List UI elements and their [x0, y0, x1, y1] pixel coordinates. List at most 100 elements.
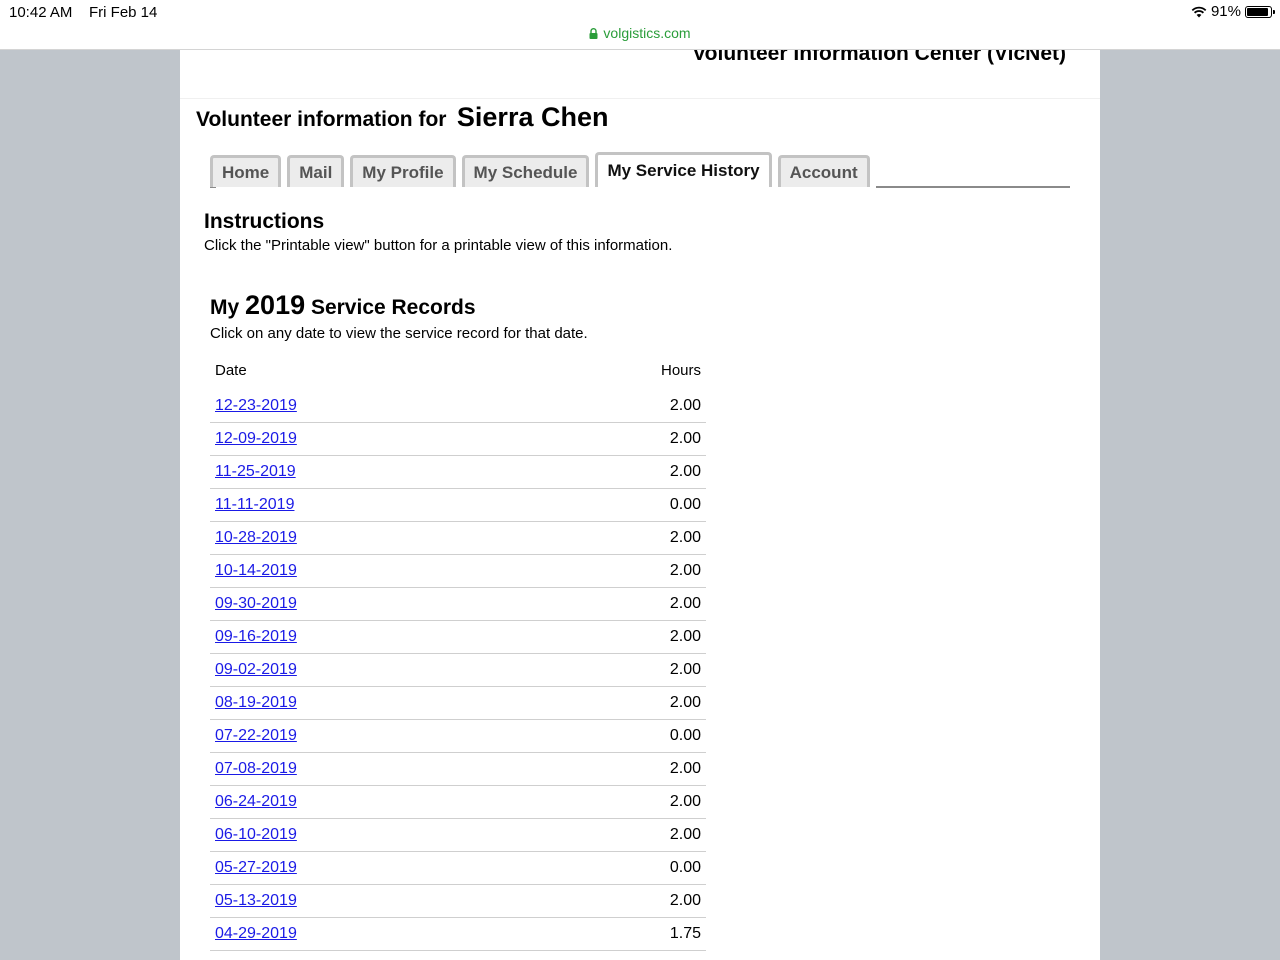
table-row: 09-16-2019 2.00 [210, 620, 706, 654]
table-row: 08-19-2019 2.00 [210, 686, 706, 720]
url-text: volgistics.com [603, 25, 691, 41]
date-link[interactable]: 07-08-2019 [215, 760, 297, 777]
hours-cell: 2.00 [531, 587, 706, 621]
table-row: 11-25-2019 2.00 [210, 455, 706, 489]
date-link[interactable]: 09-30-2019 [215, 595, 297, 612]
table-row: 09-30-2019 2.00 [210, 587, 706, 621]
tab-home[interactable]: Home [210, 155, 282, 187]
tab-my-schedule[interactable]: My Schedule [461, 155, 590, 187]
date-cell: 07-22-2019 [210, 719, 532, 753]
date-cell: 07-08-2019 [210, 752, 532, 786]
page-content: Volunteer Information Center (VicNet) Vo… [180, 50, 1100, 960]
date-link[interactable]: 12-23-2019 [215, 397, 297, 414]
date-cell: 11-11-2019 [210, 488, 532, 522]
status-date: Fri Feb 14 [89, 4, 158, 21]
date-cell: 06-10-2019 [210, 818, 532, 852]
table-row: 12-09-2019 2.00 [210, 422, 706, 456]
date-link[interactable]: 09-02-2019 [215, 661, 297, 678]
date-link[interactable]: 06-10-2019 [215, 826, 297, 843]
column-header-hours: Hours [660, 361, 701, 379]
records-heading: My 2019 Service Records [210, 290, 476, 321]
tab-my-profile[interactable]: My Profile [350, 155, 456, 187]
table-row: 05-13-2019 2.00 [210, 884, 706, 918]
date-cell: 08-19-2019 [210, 686, 532, 720]
hours-cell: 2.00 [531, 554, 706, 588]
date-link[interactable]: 11-25-2019 [215, 463, 296, 480]
table-row: 11-11-2019 0.00 [210, 488, 706, 522]
table-row: 06-24-2019 2.00 [210, 785, 706, 819]
tab-my-service-history[interactable]: My Service History [595, 152, 772, 187]
table-row: 10-28-2019 2.00 [210, 521, 706, 555]
hours-cell: 2.00 [531, 884, 706, 918]
date-cell: 09-16-2019 [210, 620, 532, 654]
date-cell: 12-09-2019 [210, 422, 532, 456]
status-indicators: 91% [1191, 3, 1275, 20]
table-row: 07-08-2019 2.00 [210, 752, 706, 786]
hours-cell: 2.00 [531, 390, 706, 423]
date-link[interactable]: 04-29-2019 [215, 925, 297, 942]
tab-mail[interactable]: Mail [287, 155, 345, 187]
volunteer-heading: Volunteer information for Sierra Chen [196, 102, 608, 133]
site-title: Volunteer Information Center (VicNet) [692, 50, 1066, 65]
table-row: 06-10-2019 2.00 [210, 818, 706, 852]
table-row: 10-14-2019 2.00 [210, 554, 706, 588]
wifi-icon [1191, 6, 1207, 17]
date-link[interactable]: 10-28-2019 [215, 529, 297, 546]
status-time: 10:42 AM [9, 4, 73, 21]
date-link[interactable]: 09-16-2019 [215, 628, 297, 645]
hours-cell: 2.00 [531, 620, 706, 654]
hours-cell: 2.00 [531, 686, 706, 720]
table-row: 09-02-2019 2.00 [210, 653, 706, 687]
date-link[interactable]: 06-24-2019 [215, 793, 297, 810]
date-link[interactable]: 05-27-2019 [215, 859, 297, 876]
date-cell: 12-23-2019 [210, 390, 532, 423]
records-subtitle: Click on any date to view the service re… [210, 325, 588, 342]
column-header-date: Date [215, 361, 247, 379]
date-link[interactable]: 07-22-2019 [215, 727, 297, 744]
date-link[interactable]: 10-14-2019 [215, 562, 297, 579]
service-records-table: Date Hours 12-23-2019 2.00 12-09-2019 2.00… [210, 350, 706, 951]
table-header-row: Date Hours [210, 350, 706, 390]
hours-cell: 2.00 [531, 752, 706, 786]
hours-cell: 2.00 [531, 818, 706, 852]
date-cell: 09-30-2019 [210, 587, 532, 621]
tab-strip-line [876, 186, 1070, 188]
date-cell: 09-02-2019 [210, 653, 532, 687]
records-heading-prefix: My [210, 296, 240, 319]
tab-account[interactable]: Account [777, 155, 870, 187]
hours-cell: 2.00 [531, 785, 706, 819]
hours-cell: 2.00 [531, 455, 706, 489]
instructions-heading: Instructions [204, 210, 325, 233]
hours-cell: 2.00 [531, 653, 706, 687]
date-link[interactable]: 12-09-2019 [215, 430, 297, 447]
date-cell: 04-29-2019 [210, 917, 532, 951]
table-row: 05-27-2019 0.00 [210, 851, 706, 885]
address-bar[interactable]: volgistics.com [0, 25, 1280, 41]
date-cell: 05-13-2019 [210, 884, 532, 918]
battery-percent: 91% [1210, 3, 1241, 20]
hours-cell: 0.00 [531, 488, 706, 522]
date-cell: 10-14-2019 [210, 554, 532, 588]
date-cell: 10-28-2019 [210, 521, 532, 555]
date-link[interactable]: 05-13-2019 [215, 892, 297, 909]
volunteer-label: Volunteer information for [196, 108, 447, 131]
hours-cell: 0.00 [531, 719, 706, 753]
lock-icon [589, 28, 598, 39]
header-divider [180, 98, 1100, 99]
table-row: 07-22-2019 0.00 [210, 719, 706, 753]
volunteer-name: Sierra Chen [456, 102, 609, 132]
records-year: 2019 [245, 290, 306, 320]
date-link[interactable]: 08-19-2019 [215, 694, 297, 711]
ios-status-bar: 10:42 AM Fri Feb 14 91% volgistics.com [0, 0, 1280, 50]
date-cell: 05-27-2019 [210, 851, 532, 885]
hours-cell: 2.00 [531, 422, 706, 456]
table-row: 12-23-2019 2.00 [210, 390, 706, 423]
date-cell: 11-25-2019 [210, 455, 532, 489]
battery-icon [1245, 5, 1275, 18]
hours-cell: 1.75 [531, 917, 706, 951]
date-link[interactable]: 11-11-2019 [215, 496, 294, 513]
tab-bar: Home Mail My Profile My Schedule My Serv… [210, 152, 870, 187]
instructions-text: Click the "Printable view" button for a … [204, 237, 673, 254]
hours-cell: 0.00 [531, 851, 706, 885]
records-heading-suffix: Service Records [310, 296, 476, 319]
